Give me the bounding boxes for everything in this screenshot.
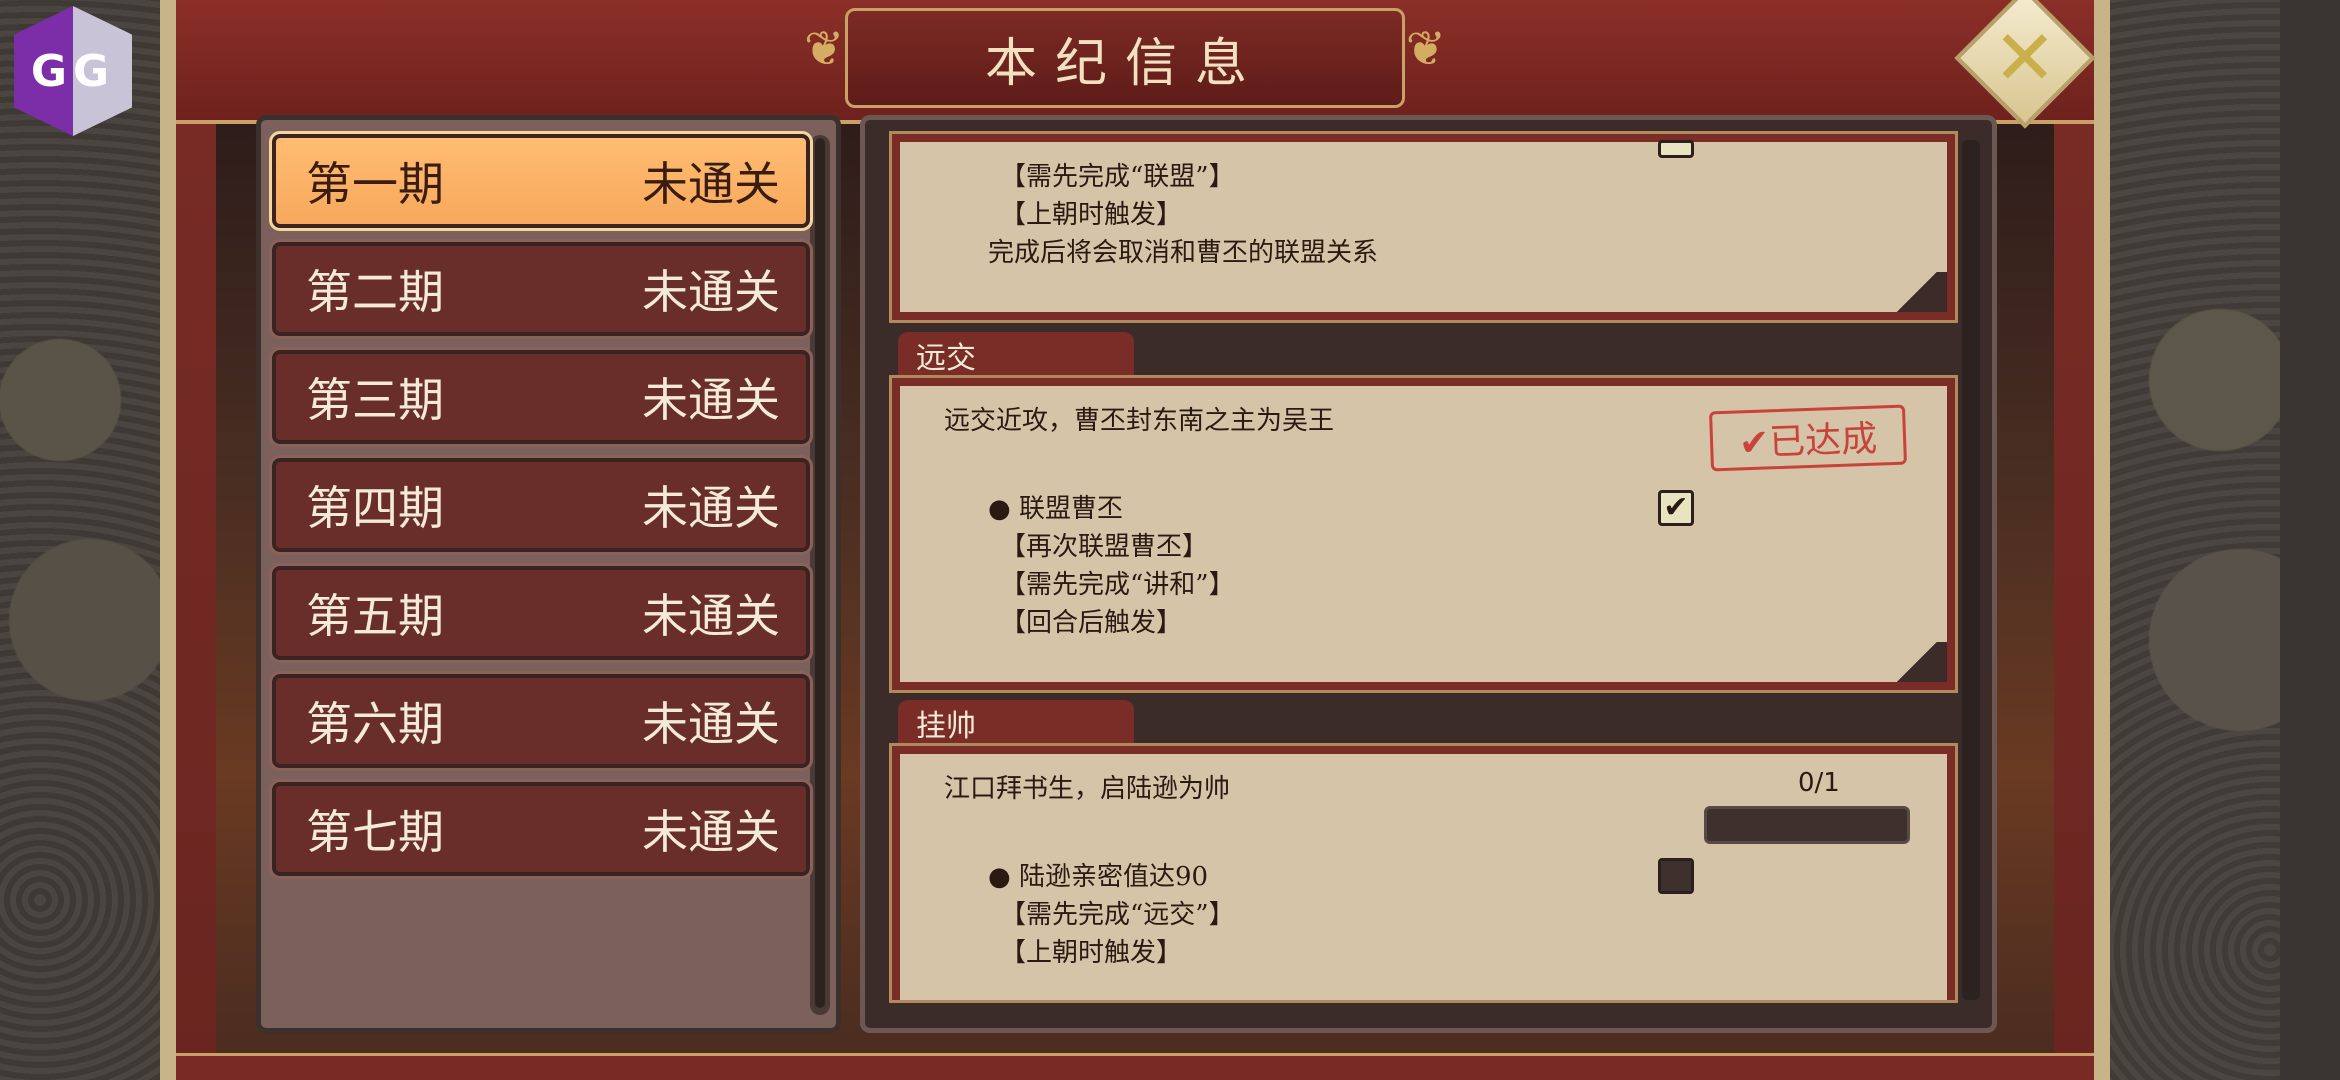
mission-requirement-line: 【需先完成“讲和”】 bbox=[1000, 570, 1235, 600]
mission-condition: ● 联盟曹丕 bbox=[988, 494, 1123, 524]
mission-requirement-line: 【需先完成“远交”】 bbox=[1000, 900, 1235, 930]
mission-trigger-line: 【上朝时触发】 bbox=[1000, 938, 1183, 968]
period-status: 未通关 bbox=[642, 157, 780, 211]
period-name: 第二期 bbox=[306, 265, 444, 319]
title-plaque: ❦ 本纪信息 ❦ bbox=[804, 8, 1446, 108]
period-name: 第一期 bbox=[306, 157, 444, 211]
page-title: 本纪信息 bbox=[984, 33, 1265, 94]
period-status: 未通关 bbox=[642, 481, 780, 535]
period-item-1[interactable]: 第一期 未通关 bbox=[269, 131, 813, 231]
period-status: 未通关 bbox=[642, 265, 780, 319]
mission-trigger-line: 【回合后触发】 bbox=[1000, 608, 1183, 638]
mission-requirement-line: 【再次联盟曹丕】 bbox=[1000, 532, 1209, 562]
gg-overlay-logo[interactable]: GG bbox=[14, 6, 132, 136]
period-status: 未通关 bbox=[642, 805, 780, 859]
period-item-6[interactable]: 第六期 未通关 bbox=[269, 671, 813, 771]
period-status: 未通关 bbox=[642, 589, 780, 643]
period-name: 第五期 bbox=[306, 589, 444, 643]
mission-tab-yuanjiao: 远交 bbox=[898, 332, 1134, 378]
mission-tab-guashuai: 挂帅 bbox=[898, 700, 1134, 746]
period-status: 未通关 bbox=[642, 373, 780, 427]
mission-detail-scrollbar[interactable] bbox=[1962, 140, 1980, 1000]
mission-description: 江口拜书生，启陆逊为帅 bbox=[944, 774, 1231, 804]
scroll-ornament-icon: ❦ bbox=[804, 21, 845, 77]
period-name: 第三期 bbox=[306, 373, 444, 427]
completed-stamp: ✔已达成 bbox=[1709, 404, 1907, 472]
mission-checkbox-yuanjiao: ✔ bbox=[1658, 490, 1694, 526]
right-decorative-background bbox=[2070, 0, 2340, 1080]
close-x-icon: ✕ bbox=[1993, 13, 2057, 103]
checkmark-icon: ✔ bbox=[1663, 490, 1689, 525]
period-status: 未通关 bbox=[642, 697, 780, 751]
mission-effect-text: 完成后将会取消和曹丕的联盟关系 bbox=[988, 238, 1379, 268]
period-item-7[interactable]: 第七期 未通关 bbox=[269, 779, 813, 879]
mission-checkbox-partial bbox=[1658, 140, 1694, 158]
mission-trigger-line: 【上朝时触发】 bbox=[1000, 200, 1183, 230]
period-item-4[interactable]: 第四期 未通关 bbox=[269, 455, 813, 555]
period-item-3[interactable]: 第三期 未通关 bbox=[269, 347, 813, 447]
scroll-ornament-icon: ❦ bbox=[1405, 21, 1446, 77]
mission-checkbox-guashuai bbox=[1658, 858, 1694, 894]
mission-progress-text: 0/1 bbox=[1798, 768, 1840, 798]
period-name: 第七期 bbox=[306, 805, 444, 859]
mission-requirement-line: 【需先完成“联盟”】 bbox=[1000, 162, 1235, 192]
period-name: 第六期 bbox=[306, 697, 444, 751]
period-item-2[interactable]: 第二期 未通关 bbox=[269, 239, 813, 339]
period-item-5[interactable]: 第五期 未通关 bbox=[269, 563, 813, 663]
period-name: 第四期 bbox=[306, 481, 444, 535]
period-list-scroll-thumb[interactable] bbox=[815, 138, 825, 1008]
mission-description: 远交近攻，曹丕封东南之主为吴王 bbox=[944, 406, 1335, 436]
mission-progress-bar bbox=[1704, 806, 1910, 844]
mission-condition: ● 陆逊亲密值达90 bbox=[988, 862, 1209, 892]
